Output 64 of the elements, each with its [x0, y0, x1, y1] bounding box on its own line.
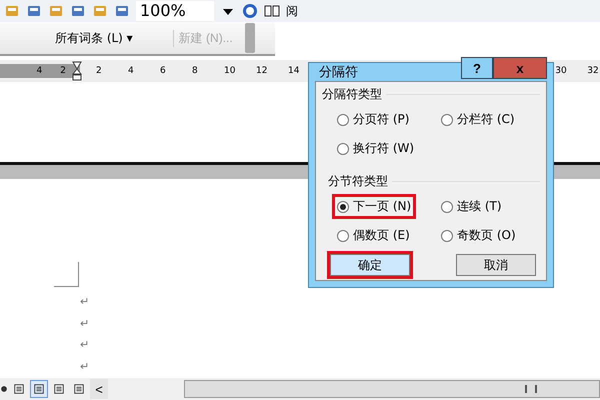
- radio-label[interactable]: 换行符 (W): [353, 140, 414, 157]
- page-layout-icon: [13, 383, 25, 395]
- help-icon[interactable]: [242, 3, 258, 19]
- toolbar-icon[interactable]: [70, 3, 86, 19]
- ruler-number: 12: [256, 65, 268, 78]
- web-layout-icon[interactable]: [0, 383, 8, 395]
- radio-button[interactable]: [337, 230, 349, 242]
- radio-option[interactable]: 连续 (T): [436, 194, 507, 219]
- group-title: 分节符类型: [328, 173, 388, 190]
- radio-label[interactable]: 偶数页 (E): [353, 227, 410, 244]
- toolbar-icon[interactable]: [48, 3, 64, 19]
- paragraph-mark: ↵: [80, 294, 90, 310]
- ruler-number: 2: [96, 65, 103, 78]
- page-layout-icon: [33, 383, 45, 395]
- ruler-number: 4: [128, 65, 135, 78]
- radio-option[interactable]: 分栏符 (C): [436, 107, 520, 132]
- group-title: 分隔符类型: [322, 86, 382, 103]
- ruler-number: 2: [60, 65, 66, 78]
- help-button[interactable]: ?: [461, 57, 493, 79]
- ruler-number: 6: [160, 65, 167, 78]
- indent-marker-icon[interactable]: [72, 61, 82, 81]
- radio-label[interactable]: 奇数页 (O): [457, 227, 516, 244]
- horizontal-scrollbar[interactable]: [184, 380, 600, 398]
- radio-option[interactable]: 分页符 (P): [332, 107, 414, 132]
- radio-label[interactable]: 分页符 (P): [353, 111, 410, 128]
- scroll-left-button[interactable]: <: [90, 379, 108, 399]
- dialog-button[interactable]: 取消: [456, 254, 536, 276]
- toolbar-icon[interactable]: [4, 3, 20, 19]
- ruler-number: 14: [288, 65, 300, 78]
- toolbar-icon[interactable]: [92, 3, 108, 19]
- zoom-field[interactable]: 100%: [136, 1, 214, 21]
- book-icon[interactable]: [264, 3, 280, 19]
- toolbar-label[interactable]: 阅: [286, 2, 298, 20]
- ruler-number: 32: [586, 65, 600, 78]
- ruler-number: 30: [554, 65, 568, 78]
- radio-label[interactable]: 连续 (T): [457, 198, 502, 215]
- close-button[interactable]: x: [493, 57, 547, 79]
- paragraph-mark: ↵: [80, 338, 90, 354]
- radio-option[interactable]: 奇数页 (O): [436, 223, 521, 248]
- entries-dropdown[interactable]: 所有词条 (L) ▾: [55, 30, 133, 46]
- radio-option[interactable]: 偶数页 (E): [332, 223, 415, 248]
- ruler-number: 10: [224, 65, 236, 78]
- radio-label[interactable]: 下一页 (N): [353, 198, 412, 215]
- ruler-number: 8: [192, 65, 199, 78]
- radio-option[interactable]: 换行符 (W): [332, 136, 420, 161]
- radio-button[interactable]: [337, 200, 349, 212]
- dialog-button[interactable]: 确定: [330, 254, 410, 276]
- radio-button[interactable]: [337, 114, 349, 126]
- ruler-number: 4: [36, 65, 42, 78]
- toolbar-icon[interactable]: [26, 3, 42, 19]
- radio-button[interactable]: [337, 142, 349, 154]
- paragraph-mark: ↵: [80, 360, 90, 376]
- paragraph-mark: ↵: [80, 316, 90, 332]
- radio-button[interactable]: [441, 114, 453, 126]
- margin-corner-mark: [54, 262, 79, 287]
- page-layout-icon: [73, 383, 85, 395]
- toolbar-icon[interactable]: [114, 3, 130, 19]
- radio-label[interactable]: 分栏符 (C): [457, 111, 515, 128]
- radio-button[interactable]: [441, 200, 453, 212]
- page-layout-icon: [53, 383, 65, 395]
- dialog-title: 分隔符: [318, 64, 359, 81]
- radio-option[interactable]: 下一页 (N): [332, 194, 416, 219]
- view-button[interactable]: [30, 380, 48, 398]
- radio-button[interactable]: [441, 230, 453, 242]
